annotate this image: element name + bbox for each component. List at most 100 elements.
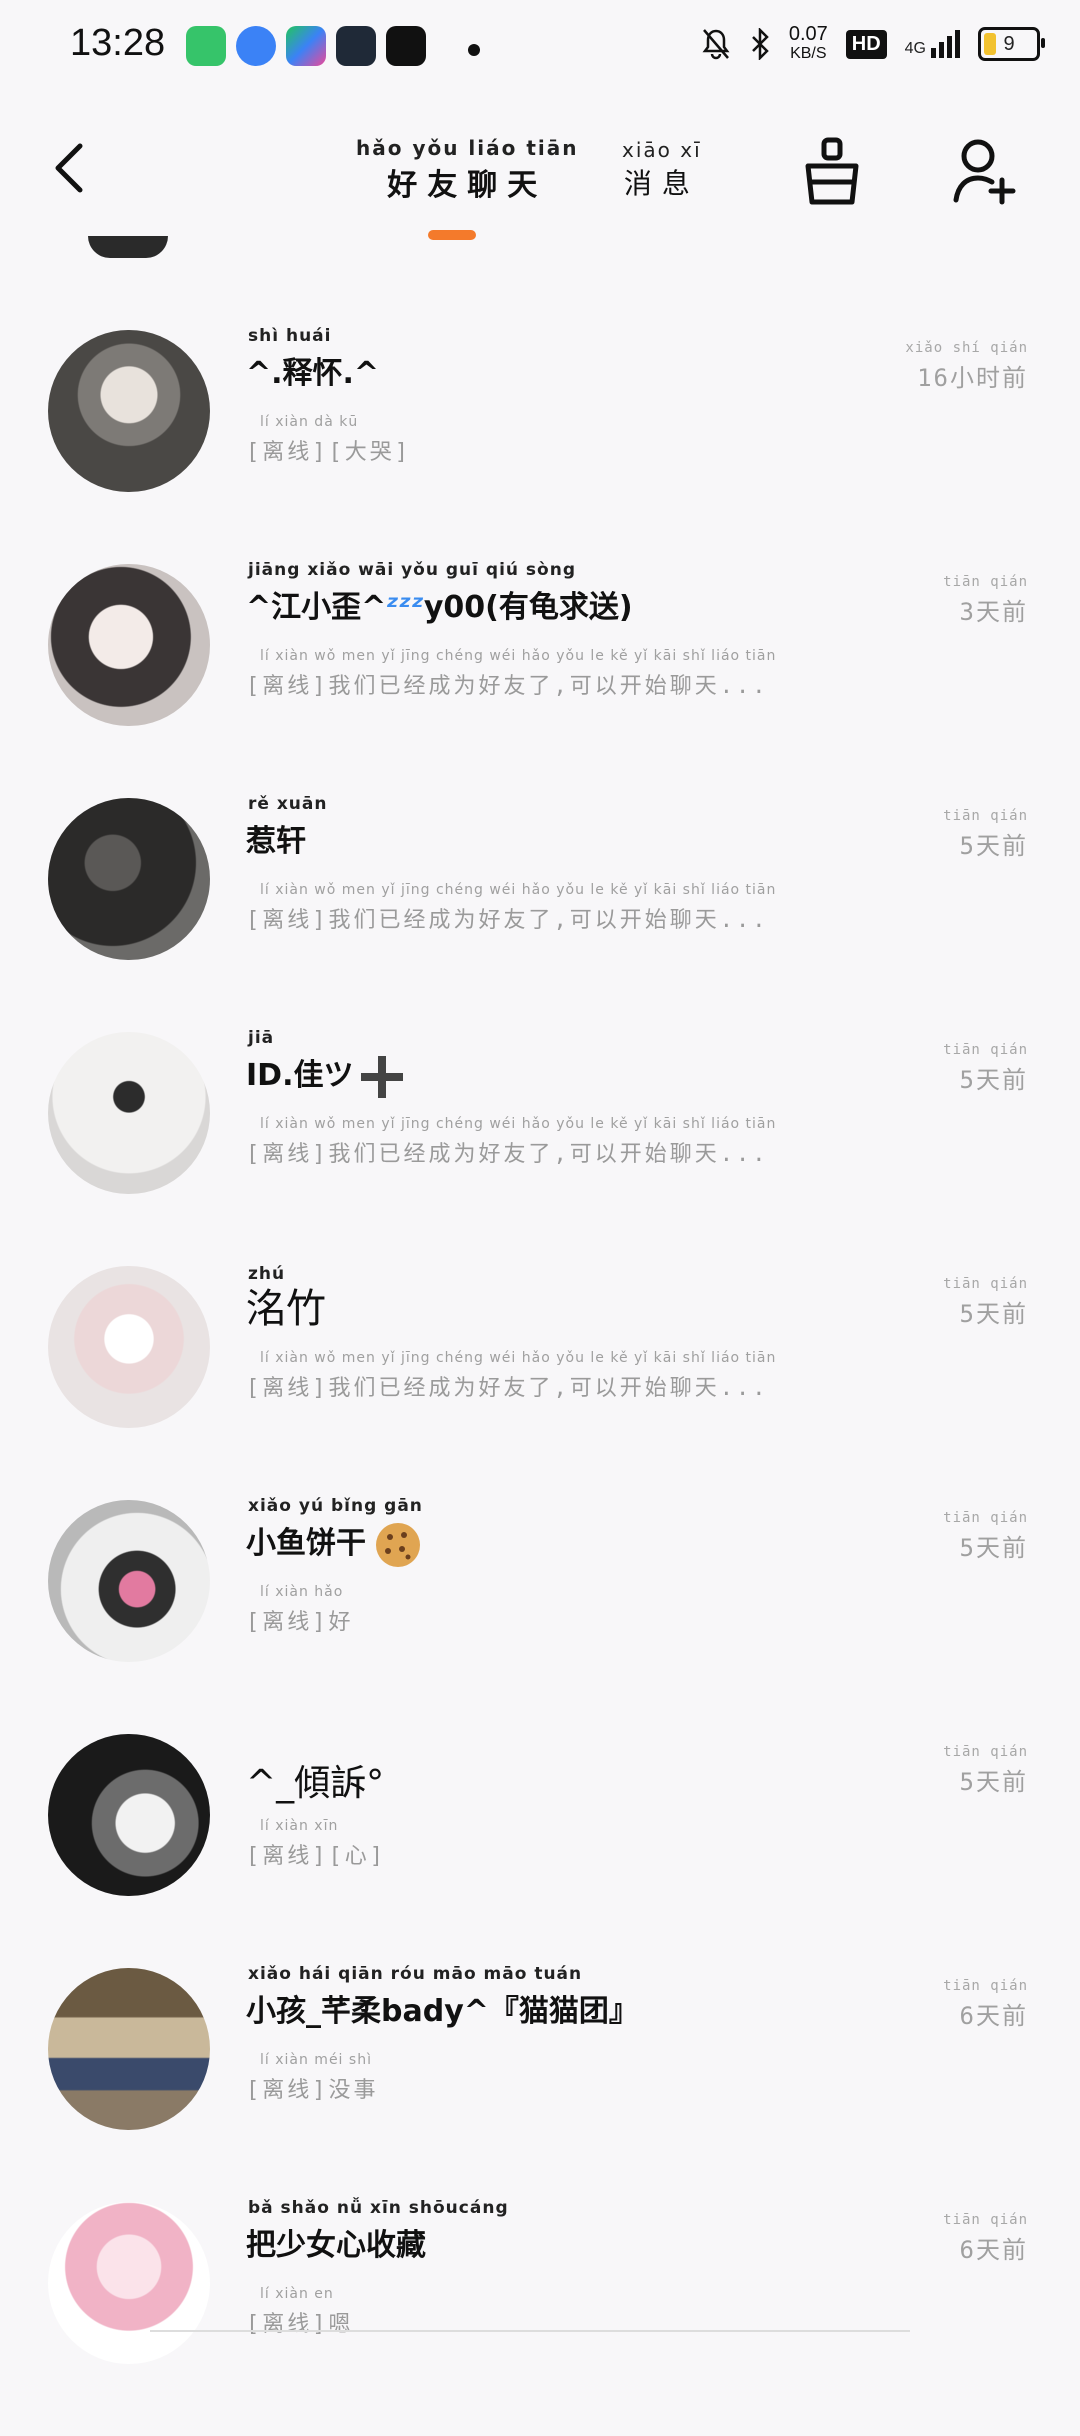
shopping-app-icon <box>186 26 226 66</box>
chat-name: shì huái ^.释怀.^ <box>246 326 380 392</box>
chat-time-pinyin: xiǎo shí qián <box>905 340 1028 356</box>
chat-name: bǎ shǎo nǚ xīn shōucáng 把少女心收藏 <box>246 2198 508 2264</box>
chat-name-pinyin: bǎ shǎo nǚ xīn shōucáng <box>248 2198 509 2218</box>
more-notifications-dot <box>468 44 480 56</box>
status-bar: 13:28 0.07 KB/S HD 4G 9 <box>0 0 1080 96</box>
battery-level: 9 <box>1003 32 1015 55</box>
notification-app-icons <box>186 26 426 66</box>
chat-time-text: 5天前 <box>959 1300 1028 1328</box>
avatar <box>48 1734 210 1896</box>
chat-time-text: 6天前 <box>959 2002 1028 2030</box>
chat-header: hǎo yǒu liáo tiān 好友聊天 xiāo xī 消息 <box>0 96 1080 246</box>
avatar <box>48 1500 210 1662</box>
chat-preview-text: [离线]好 <box>246 1610 354 1635</box>
tiktok-app-icon <box>386 26 426 66</box>
chat-preview-pinyin: lí xiàn méi shì <box>260 2052 372 2068</box>
chat-time: tiān qián 3天前 <box>943 574 1028 627</box>
chat-name: zhú 洺竹 <box>246 1264 326 1334</box>
chat-preview-pinyin: lí xiàn wǒ men yǐ jīng chéng wéi hǎo yǒu… <box>260 648 777 664</box>
net-speed-value: 0.07 <box>788 23 828 45</box>
chat-name: jiā ID.佳ツ <box>246 1028 405 1100</box>
chat-time-pinyin: tiān qián <box>943 1276 1028 1292</box>
chat-time: tiān qián 6天前 <box>943 2212 1028 2265</box>
chat-time-pinyin: tiān qián <box>943 574 1028 590</box>
chat-name-text: ^江小歪^ <box>246 590 387 625</box>
chat-time-pinyin: tiān qián <box>943 1744 1028 1760</box>
chat-preview-text: [离线]我们已经成为好友了,可以开始聊天... <box>246 674 769 699</box>
chat-list-item[interactable]: ^_傾訴° lí xiàn xīn [离线][心] tiān qián 5天前 <box>0 1734 1080 1968</box>
chat-preview-pinyin: lí xiàn wǒ men yǐ jīng chéng wéi hǎo yǒu… <box>260 1116 777 1132</box>
chat-preview-pinyin: lí xiàn en <box>260 2286 334 2302</box>
avatar <box>48 798 210 960</box>
chat-name-text: 把少女心收藏 <box>246 2228 426 2263</box>
chat-preview-pinyin: lí xiàn wǒ men yǐ jīng chéng wéi hǎo yǒu… <box>260 882 777 898</box>
chat-preview-text: [离线]没事 <box>246 2078 379 2103</box>
active-tab-indicator <box>428 230 476 240</box>
chat-time-text: 6天前 <box>959 2236 1028 2264</box>
avatar <box>48 1266 210 1428</box>
chat-name-suffix: y00(有龟求送) <box>423 590 633 625</box>
game-app-icon <box>336 26 376 66</box>
chat-time-pinyin: tiān qián <box>943 808 1028 824</box>
chat-list-item[interactable]: rě xuān 惹轩 lí xiàn wǒ men yǐ jīng chéng w… <box>0 794 1080 1032</box>
chat-time-text: 3天前 <box>959 598 1028 626</box>
chat-list-item[interactable]: shì huái ^.释怀.^ lí xiàn dà kū [离线][大哭] xiǎ… <box>0 326 1080 564</box>
chat-time: tiān qián 5天前 <box>943 1276 1028 1329</box>
chat-time: tiān qián 5天前 <box>943 1042 1028 1095</box>
chat-list-item[interactable]: xiǎo yú bǐng gān 小鱼饼干 lí xiàn hǎo [离线]好 ti… <box>0 1496 1080 1734</box>
chat-preview: lí xiàn xīn [离线][心] <box>246 1818 386 1870</box>
chat-preview-text: [离线]我们已经成为好友了,可以开始聊天... <box>246 1376 769 1401</box>
chat-preview: lí xiàn hǎo [离线]好 <box>246 1584 354 1636</box>
chat-name-pinyin: xiǎo hái qiān róu māo māo tuán <box>248 1964 583 1984</box>
net-speed: 0.07 KB/S <box>789 24 828 64</box>
chat-name: xiǎo yú bǐng gān 小鱼饼干 <box>246 1496 422 1569</box>
chat-name-text: ID.佳ツ <box>246 1058 354 1093</box>
chat-list-item[interactable]: bǎ shǎo nǚ xīn shōucáng 把少女心收藏 lí xiàn en… <box>0 2198 1080 2436</box>
avatar <box>48 1032 210 1194</box>
tab-messages[interactable]: xiāo xī 消息 <box>622 138 702 202</box>
plus-icon <box>361 1055 404 1098</box>
chat-preview-pinyin: lí xiàn wǒ men yǐ jīng chéng wéi hǎo yǒu… <box>260 1350 777 1366</box>
chat-preview-pinyin: lí xiàn xīn <box>260 1818 339 1834</box>
tab-friend-chat[interactable]: hǎo yǒu liáo tiān 好友聊天 <box>356 136 578 204</box>
chat-name-text: 小鱼饼干 <box>246 1526 366 1561</box>
net-speed-unit: KB/S <box>790 45 827 62</box>
chat-name: rě xuān 惹轩 <box>246 794 326 860</box>
chat-preview-pinyin: lí xiàn hǎo <box>260 1584 344 1600</box>
browser-app-icon <box>236 26 276 66</box>
chat-name-text: 洺竹 <box>246 1286 326 1332</box>
chat-list-item[interactable]: zhú 洺竹 lí xiàn wǒ men yǐ jīng chéng wéi h… <box>0 1264 1080 1500</box>
chat-name-text: 小孩_芊柔bady^『猫猫团』 <box>246 1994 639 2029</box>
chat-time-text: 5天前 <box>959 1534 1028 1562</box>
chat-time-text: 16小时前 <box>917 364 1028 392</box>
chat-list-item[interactable]: jiāng xiǎo wāi yǒu guī qiú sòng ^江小歪^ᶻᶻᶻy… <box>0 560 1080 798</box>
chat-preview-text: [离线]我们已经成为好友了,可以开始聊天... <box>246 908 769 933</box>
chat-name-text: ^.释怀.^ <box>246 356 380 391</box>
chat-time-pinyin: tiān qián <box>943 2212 1028 2228</box>
chat-name: ^_傾訴° <box>246 1754 384 1806</box>
chat-preview: lí xiàn wǒ men yǐ jīng chéng wéi hǎo yǒu… <box>246 1350 775 1402</box>
chat-name-pinyin: xiǎo yú bǐng gān <box>248 1496 423 1516</box>
chat-preview: lí xiàn wǒ men yǐ jīng chéng wéi hǎo yǒu… <box>246 1116 775 1168</box>
add-friend-icon[interactable] <box>952 136 1018 206</box>
chat-name-pinyin: rě xuān <box>248 794 328 814</box>
chat-preview: lí xiàn dà kū [离线][大哭] <box>246 414 411 466</box>
chat-list-item[interactable]: xiǎo hái qiān róu māo māo tuán 小孩_芊柔bady^… <box>0 1964 1080 2202</box>
cookie-icon <box>376 1522 420 1567</box>
chat-time-text: 5天前 <box>959 832 1028 860</box>
chat-name-text: 惹轩 <box>246 824 306 859</box>
chat-time: tiān qián 6天前 <box>943 1978 1028 2031</box>
broom-clean-icon[interactable] <box>800 136 864 206</box>
chat-name-pinyin: jiā <box>248 1028 275 1048</box>
chat-time-pinyin: tiān qián <box>943 1042 1028 1058</box>
chat-preview-text: [离线]我们已经成为好友了,可以开始聊天... <box>246 1142 769 1167</box>
avatar <box>48 330 210 492</box>
avatar <box>88 236 168 258</box>
chat-name-pinyin: jiāng xiǎo wāi yǒu guī qiú sòng <box>248 560 576 580</box>
signal-icon: 4G <box>905 30 960 58</box>
back-arrow-icon[interactable] <box>50 138 90 198</box>
chat-list-item[interactable]: jiā ID.佳ツ lí xiàn wǒ men yǐ jīng chéng wé… <box>0 1028 1080 1266</box>
status-time: 13:28 <box>70 22 166 64</box>
status-indicators: 0.07 KB/S HD 4G 9 <box>701 24 1045 64</box>
network-type: 4G <box>904 40 926 57</box>
